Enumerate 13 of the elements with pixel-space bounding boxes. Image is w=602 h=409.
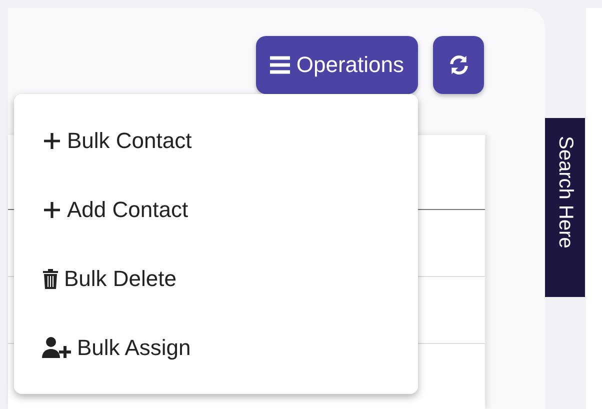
menu-item[interactable]: Bulk Delete	[14, 254, 418, 302]
refresh-icon	[448, 54, 470, 76]
plus-icon	[42, 200, 62, 220]
menu-item[interactable]: Bulk Assign	[14, 324, 418, 372]
menu-icon	[270, 56, 290, 74]
menu-item[interactable]: Add Contact	[14, 186, 418, 234]
user-plus-icon	[42, 336, 72, 358]
plus-icon	[42, 130, 62, 150]
search-tab[interactable]: Search Here	[545, 118, 585, 297]
operations-button[interactable]: Operations	[256, 36, 418, 94]
refresh-button[interactable]	[433, 36, 484, 94]
menu-item[interactable]: Bulk Contact	[14, 116, 418, 164]
trash-icon	[42, 268, 59, 289]
